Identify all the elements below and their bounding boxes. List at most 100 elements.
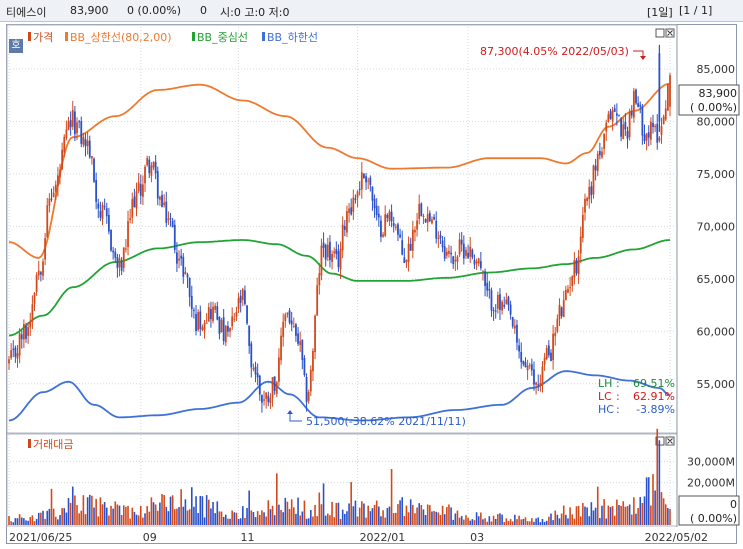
candle-body <box>309 369 312 392</box>
candle-body <box>129 218 132 221</box>
candle-body <box>380 220 382 237</box>
volume-bar <box>344 513 346 525</box>
volume-bar <box>341 509 344 525</box>
volume-bar <box>167 511 170 525</box>
volume-bar <box>643 496 646 525</box>
volume-bar <box>565 514 567 525</box>
volume-bar <box>484 518 486 525</box>
volume-bar <box>195 496 197 525</box>
candle-body <box>490 290 493 311</box>
maximize-icon[interactable] <box>655 28 665 38</box>
volume-bar <box>480 512 482 525</box>
volume-bar <box>520 519 523 525</box>
candle-body <box>516 324 518 343</box>
volume-bar <box>609 507 612 525</box>
candle-body <box>329 241 331 261</box>
volume-bar <box>14 518 17 525</box>
candle-body <box>78 121 81 123</box>
volume-bar <box>76 505 78 525</box>
volume-bar <box>50 488 53 525</box>
volume-bar <box>454 513 457 525</box>
volume-bar <box>596 486 599 525</box>
high-label: 87,300(4.05% 2022/05/03) <box>480 45 629 58</box>
volume-bar <box>108 515 110 525</box>
volume-bar <box>650 505 652 525</box>
volume-bar <box>399 500 401 525</box>
volume-bar <box>492 515 495 525</box>
volume-bar <box>507 520 510 525</box>
candle-body <box>307 392 310 401</box>
candle-body <box>84 139 87 147</box>
candle-body <box>176 252 178 264</box>
candle-body <box>86 140 89 147</box>
volume-bar <box>154 504 157 525</box>
candle-body <box>581 214 584 238</box>
candle-body <box>564 290 567 301</box>
candle-body <box>428 213 431 222</box>
candle-body <box>69 120 72 128</box>
candle-body <box>231 316 234 327</box>
hoga-button[interactable]: 호 <box>9 39 23 53</box>
volume-bar <box>61 508 63 525</box>
chart-canvas[interactable]: 85,000 80,000 75,000 70,000 65,000 60,000 55,0… <box>0 0 743 549</box>
price-tag-value: 83,900 <box>699 87 738 100</box>
volume-bar <box>250 510 253 525</box>
price-panel-controls[interactable] <box>655 28 675 38</box>
lower-band-line <box>8 370 671 422</box>
volume-bar <box>584 506 586 525</box>
candle-body <box>233 318 236 320</box>
candle-body <box>569 287 572 289</box>
candle-body <box>42 261 44 276</box>
volume-bar <box>265 516 267 525</box>
candle-body <box>632 90 635 118</box>
candle-body <box>360 172 363 190</box>
candle-body <box>363 173 365 179</box>
candle-body <box>275 382 278 394</box>
candle-body <box>641 106 644 136</box>
candle-body <box>403 257 406 263</box>
candle-body <box>82 136 85 145</box>
candle-body <box>280 335 282 361</box>
volume-bar <box>65 512 68 525</box>
candle-body <box>479 261 482 269</box>
candle-body <box>492 310 495 312</box>
candle-body <box>496 294 499 309</box>
candle-body <box>554 332 557 337</box>
volume-bar <box>356 516 359 525</box>
volume-bar <box>110 505 112 525</box>
volume-bar <box>69 502 72 525</box>
volume-bar <box>456 510 459 525</box>
volume-bar <box>588 516 591 525</box>
volume-bar <box>526 521 529 525</box>
volume-bar <box>201 496 204 525</box>
candle-body <box>286 312 289 315</box>
x-tick-label: 03 <box>470 531 484 544</box>
candle-body <box>615 113 618 116</box>
candle-body <box>358 188 361 190</box>
candle-body <box>61 149 64 170</box>
candle-body <box>579 236 582 254</box>
candle-body <box>154 161 157 174</box>
volume-bar <box>458 517 461 525</box>
volume-bar <box>224 514 227 525</box>
volume-bar <box>116 504 119 525</box>
volume-bar <box>409 499 412 525</box>
volume-bar <box>361 501 363 525</box>
volume-bar <box>269 509 272 525</box>
volume-bar <box>37 512 40 525</box>
candle-body <box>246 305 248 324</box>
volume-bar <box>112 508 114 525</box>
volume-bar <box>390 469 393 525</box>
candle-body <box>124 248 127 250</box>
volume-bar <box>176 508 178 525</box>
candle-body <box>350 207 353 215</box>
candle-body <box>543 357 546 365</box>
volume-bar <box>16 518 19 525</box>
volume-bar <box>656 428 659 525</box>
volume-bar <box>82 495 85 525</box>
volume-bar <box>630 514 633 525</box>
volume-bar <box>450 507 452 525</box>
volume-bar <box>548 516 550 525</box>
volume-bar <box>327 513 329 525</box>
volume-bar <box>641 502 644 525</box>
